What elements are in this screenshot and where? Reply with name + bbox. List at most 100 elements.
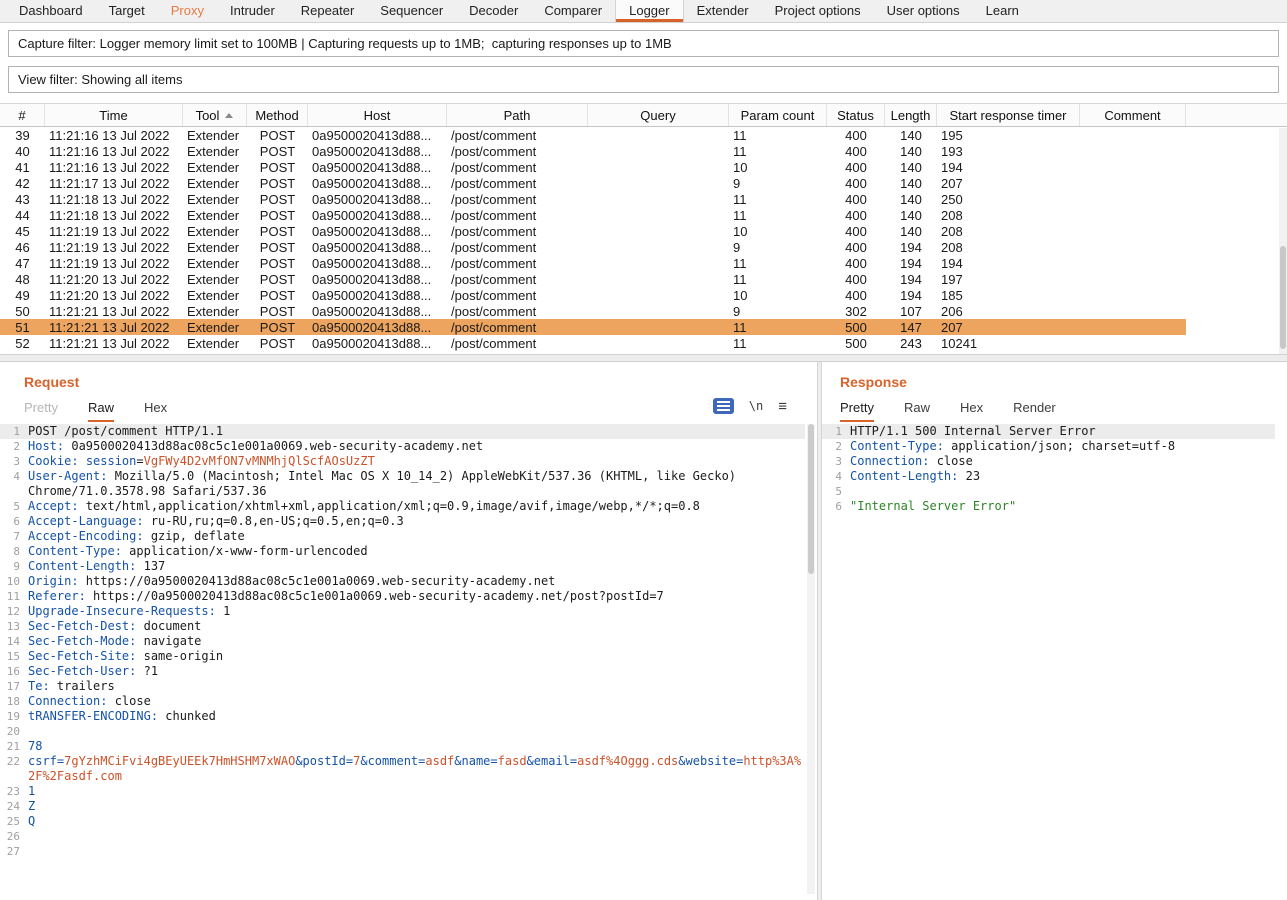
cell-path: /post/comment <box>447 288 588 303</box>
request-editor[interactable]: 1POST /post/comment HTTP/1.12Host: 0a950… <box>0 424 805 894</box>
tab-decoder[interactable]: Decoder <box>456 0 531 22</box>
column-header-host[interactable]: Host <box>308 104 447 126</box>
response-tab-render[interactable]: Render <box>1013 400 1056 422</box>
column-header--[interactable]: # <box>0 104 45 126</box>
table-row[interactable]: 4311:21:18 13 Jul 2022ExtenderPOST0a9500… <box>0 191 1186 207</box>
tab-extender[interactable]: Extender <box>684 0 762 22</box>
line-number: 5 <box>822 484 850 499</box>
table-row-selected[interactable]: 5111:21:21 13 Jul 2022ExtenderPOST0a9500… <box>0 319 1186 335</box>
horizontal-splitter[interactable] <box>0 354 1287 362</box>
table-scrollbar[interactable] <box>1279 128 1287 354</box>
tab-project-options[interactable]: Project options <box>762 0 874 22</box>
column-header-start-response-timer[interactable]: Start response timer <box>937 104 1080 126</box>
table-scrollbar-thumb[interactable] <box>1280 246 1286 350</box>
request-editor-line: 27 <box>0 844 805 859</box>
table-row[interactable]: 4811:21:20 13 Jul 2022ExtenderPOST0a9500… <box>0 271 1186 287</box>
tab-repeater[interactable]: Repeater <box>288 0 367 22</box>
cell-time: 11:21:19 13 Jul 2022 <box>45 256 183 271</box>
table-row[interactable]: 4511:21:19 13 Jul 2022ExtenderPOST0a9500… <box>0 223 1186 239</box>
newline-toggle-icon[interactable]: \n <box>749 399 763 413</box>
view-filter-bar[interactable]: View filter: Showing all items <box>8 66 1279 93</box>
menu-icon[interactable]: ≡ <box>778 399 787 414</box>
column-header-path[interactable]: Path <box>447 104 588 126</box>
response-tab-pretty[interactable]: Pretty <box>840 400 874 422</box>
tab-target[interactable]: Target <box>96 0 158 22</box>
table-row[interactable]: 3911:21:16 13 Jul 2022ExtenderPOST0a9500… <box>0 127 1186 143</box>
cell-method: POST <box>247 320 308 335</box>
tab-comparer[interactable]: Comparer <box>531 0 615 22</box>
column-header-length[interactable]: Length <box>885 104 937 126</box>
cell-time: 11:21:16 13 Jul 2022 <box>45 128 183 143</box>
table-row[interactable]: 4911:21:20 13 Jul 2022ExtenderPOST0a9500… <box>0 287 1186 303</box>
cell-length: 140 <box>885 224 937 239</box>
cell-length: 140 <box>885 144 937 159</box>
tab-logger[interactable]: Logger <box>615 0 683 22</box>
column-header-query[interactable]: Query <box>588 104 729 126</box>
tab-sequencer[interactable]: Sequencer <box>367 0 456 22</box>
line-number: 9 <box>0 559 28 574</box>
request-editor-scrollbar[interactable] <box>807 424 815 894</box>
cell-start-response-timer: 10241 <box>937 336 1080 351</box>
line-number: 11 <box>0 589 28 604</box>
response-editor[interactable]: 1HTTP/1.1 500 Internal Server Error2Cont… <box>822 424 1275 894</box>
response-editor-line: 4Content-Length: 23 <box>822 469 1275 484</box>
tab-learn[interactable]: Learn <box>973 0 1032 22</box>
column-header-tool[interactable]: Tool <box>183 104 247 126</box>
table-row[interactable]: 4211:21:17 13 Jul 2022ExtenderPOST0a9500… <box>0 175 1186 191</box>
cell-tool: Extender <box>183 128 247 143</box>
response-tab-hex[interactable]: Hex <box>960 400 983 422</box>
wrap-toggle-icon[interactable] <box>713 398 734 414</box>
request-editor-scrollbar-thumb[interactable] <box>808 424 814 574</box>
cell-tool: Extender <box>183 240 247 255</box>
tab-proxy[interactable]: Proxy <box>158 0 217 22</box>
request-tab-hex[interactable]: Hex <box>144 400 167 422</box>
cell-tool: Extender <box>183 272 247 287</box>
cell-time: 11:21:18 13 Jul 2022 <box>45 192 183 207</box>
column-header-time[interactable]: Time <box>45 104 183 126</box>
cell-tool: Extender <box>183 208 247 223</box>
cell-status: 302 <box>827 304 885 319</box>
cell-time: 11:21:20 13 Jul 2022 <box>45 272 183 287</box>
cell-length: 140 <box>885 160 937 175</box>
cell-param-count: 11 <box>729 144 827 159</box>
cell-start-response-timer: 250 <box>937 192 1080 207</box>
table-row[interactable]: 4111:21:16 13 Jul 2022ExtenderPOST0a9500… <box>0 159 1186 175</box>
capture-filter-bar[interactable]: Capture filter: Logger memory limit set … <box>8 30 1279 57</box>
tab-user-options[interactable]: User options <box>874 0 973 22</box>
table-row[interactable]: 4411:21:18 13 Jul 2022ExtenderPOST0a9500… <box>0 207 1186 223</box>
line-content: Accept-Language: ru-RU,ru;q=0.8,en-US;q=… <box>28 514 805 529</box>
cell-start-response-timer: 207 <box>937 320 1080 335</box>
column-header-method[interactable]: Method <box>247 104 308 126</box>
cell-path: /post/comment <box>447 128 588 143</box>
cell-status: 500 <box>827 336 885 351</box>
line-content <box>28 829 805 844</box>
request-editor-line: 19tRANSFER-ENCODING: chunked <box>0 709 805 724</box>
cell-param-count: 10 <box>729 224 827 239</box>
line-number: 8 <box>0 544 28 559</box>
cell-length: 140 <box>885 192 937 207</box>
tab-intruder[interactable]: Intruder <box>217 0 288 22</box>
table-row[interactable]: 5211:21:21 13 Jul 2022ExtenderPOST0a9500… <box>0 335 1186 351</box>
table-row[interactable]: 4011:21:16 13 Jul 2022ExtenderPOST0a9500… <box>0 143 1186 159</box>
cell-time: 11:21:20 13 Jul 2022 <box>45 288 183 303</box>
table-row[interactable]: 4611:21:19 13 Jul 2022ExtenderPOST0a9500… <box>0 239 1186 255</box>
column-header-comment[interactable]: Comment <box>1080 104 1186 126</box>
cell-status: 400 <box>827 256 885 271</box>
cell-param-count: 9 <box>729 240 827 255</box>
line-content: Content-Type: application/x-www-form-url… <box>28 544 805 559</box>
cell-path: /post/comment <box>447 304 588 319</box>
line-content: 78 <box>28 739 805 754</box>
response-editor-line: 6"Internal Server Error" <box>822 499 1275 514</box>
request-editor-line: 3Cookie: session=VgFWy4D2vMfON7vMNMhjQlS… <box>0 454 805 469</box>
request-tab-raw[interactable]: Raw <box>88 400 114 422</box>
response-tab-raw[interactable]: Raw <box>904 400 930 422</box>
cell-start-response-timer: 208 <box>937 224 1080 239</box>
column-header-param-count[interactable]: Param count <box>729 104 827 126</box>
table-row[interactable]: 5011:21:21 13 Jul 2022ExtenderPOST0a9500… <box>0 303 1186 319</box>
cell-start-response-timer: 206 <box>937 304 1080 319</box>
column-header-status[interactable]: Status <box>827 104 885 126</box>
tab-dashboard[interactable]: Dashboard <box>6 0 96 22</box>
line-content: Z <box>28 799 805 814</box>
table-row[interactable]: 4711:21:19 13 Jul 2022ExtenderPOST0a9500… <box>0 255 1186 271</box>
request-tab-pretty[interactable]: Pretty <box>24 400 58 422</box>
